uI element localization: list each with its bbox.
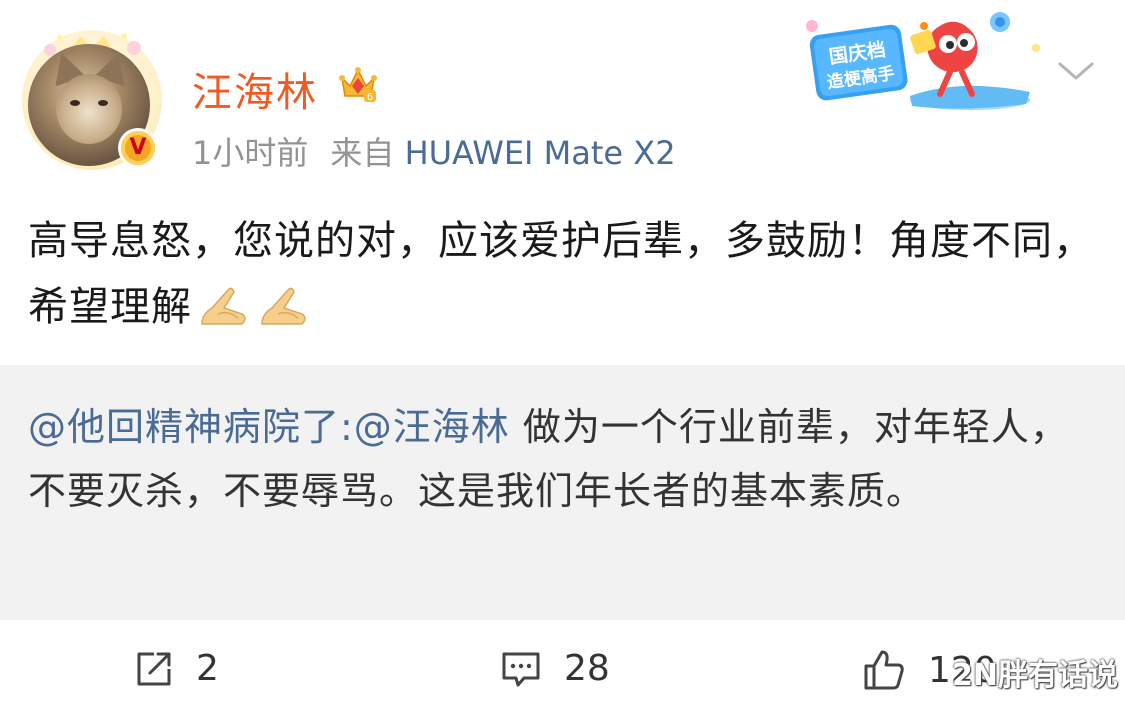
verified-badge-icon: V xyxy=(118,128,158,168)
thumbs-up-icon xyxy=(864,650,904,690)
source-prefix: 来自 xyxy=(330,134,395,172)
comment-icon xyxy=(502,652,540,686)
post-meta: 1小时前 来自 HUAWEI Mate X2 xyxy=(192,128,676,174)
share-icon xyxy=(137,652,171,685)
username[interactable]: 汪海林 xyxy=(192,60,318,118)
prayer-hands-icon xyxy=(201,287,246,325)
watermark: 2N胖有话说 xyxy=(952,658,1118,693)
event-badge-icon[interactable]: 国庆档 造梗高手 xyxy=(800,8,1050,116)
chevron-down-icon[interactable] xyxy=(1056,56,1096,86)
post-text: 高导息怒，您说的对，应该爱护后辈，多鼓励！角度不同，希望理解 xyxy=(28,218,1094,330)
post-time: 1小时前 xyxy=(192,134,309,172)
source-device[interactable]: HUAWEI Mate X2 xyxy=(405,134,676,172)
vip-crown-icon[interactable]: 6 xyxy=(338,64,378,104)
comment-count: 28 xyxy=(564,648,610,689)
prayer-hands-icon xyxy=(261,287,306,325)
comment-button[interactable]: 28 xyxy=(500,648,610,689)
share-button[interactable]: 2 xyxy=(134,648,219,689)
post-content: 高导息怒，您说的对，应该爱护后辈，多鼓励！角度不同，希望理解 xyxy=(28,208,1108,340)
vip-level: 6 xyxy=(367,92,373,103)
avatar[interactable]: V xyxy=(22,30,162,170)
share-count: 2 xyxy=(196,648,219,689)
repost-text: @他回精神病院了:@汪海林 做为一个行业前辈，对年轻人，不要灭杀，不要辱骂。这是… xyxy=(28,395,1103,523)
repost-mention[interactable]: @他回精神病院了:@汪海林 xyxy=(28,405,510,449)
weibo-post: V 汪海林 6 1小时前来自 HUAWEI Mate X2 国庆档 造梗高手 xyxy=(0,0,1125,365)
reposted-content[interactable]: @他回精神病院了:@汪海林 做为一个行业前辈，对年轻人，不要灭杀，不要辱骂。这是… xyxy=(0,365,1125,620)
